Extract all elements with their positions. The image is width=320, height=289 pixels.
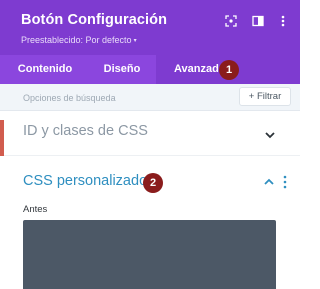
section-title[interactable]: CSS personalizado (23, 173, 147, 189)
more-vertical-icon[interactable] (283, 175, 287, 189)
step-marker-1: 1 (219, 60, 239, 80)
css-code-editor[interactable] (23, 220, 276, 289)
section-id-classes[interactable]: ID y clases de CSS (0, 112, 300, 156)
tab-contenido[interactable]: Contenido (0, 55, 90, 84)
section-title: ID y clases de CSS (23, 123, 148, 139)
preset-selector[interactable]: Preestablecido: Por defecto ▾ (21, 35, 137, 45)
more-vertical-icon[interactable] (276, 14, 290, 28)
chevron-down-icon[interactable] (264, 130, 276, 140)
search-input[interactable]: Opciones de búsqueda (23, 93, 116, 103)
modal-header: Botón Configuración Preestablecido: Por … (0, 0, 300, 55)
chevron-up-icon[interactable] (263, 177, 275, 187)
search-bar: Opciones de búsqueda + Filtrar (0, 84, 300, 111)
caret-down-icon: ▾ (133, 38, 137, 44)
field-label-antes: Antes (23, 204, 48, 215)
section-custom-css: CSS personalizado 2 Antes (0, 156, 300, 289)
target-icon[interactable] (224, 14, 238, 28)
modal-title: Botón Configuración (21, 12, 168, 28)
tab-bar: Contenido Diseño Avanzado 1 (0, 55, 300, 84)
tab-diseno[interactable]: Diseño (90, 55, 154, 84)
preset-label: Preestablecido: Por defecto (21, 35, 132, 45)
filter-button[interactable]: + Filtrar (239, 87, 291, 106)
sidebar-toggle-icon[interactable] (251, 14, 265, 28)
step-marker-2: 2 (143, 173, 163, 193)
